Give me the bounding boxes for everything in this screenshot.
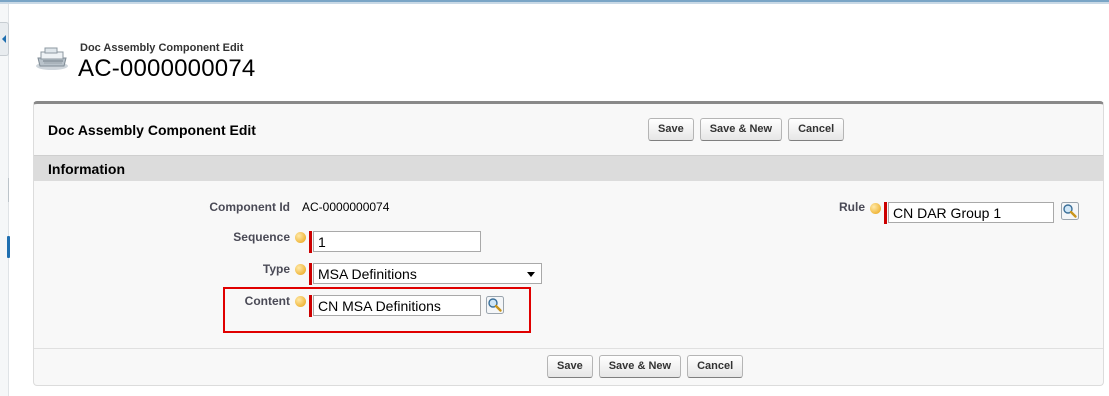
rule-lookup-input[interactable] xyxy=(888,202,1054,223)
sidebar-collapse-handle[interactable] xyxy=(0,22,9,56)
type-select[interactable]: MSA Definitions xyxy=(313,263,542,284)
help-icon[interactable] xyxy=(295,232,306,243)
type-label: Type xyxy=(262,262,290,276)
cancel-button[interactable]: Cancel xyxy=(687,355,744,378)
help-icon[interactable] xyxy=(295,264,306,275)
dropdown-arrow-icon xyxy=(527,272,535,277)
save-button[interactable]: Save xyxy=(648,118,694,141)
top-frame-border-inner xyxy=(0,2,1109,4)
required-indicator xyxy=(309,263,312,285)
page-title: AC-0000000074 xyxy=(78,55,256,82)
bottom-button-row: Save Save & New Cancel xyxy=(547,355,744,378)
section-header-information: Information xyxy=(34,155,1103,181)
footer-divider xyxy=(34,348,1103,349)
component-id-value: AC-0000000074 xyxy=(302,200,390,214)
content-highlight-box xyxy=(223,287,531,333)
collapse-sidebar-icon xyxy=(2,35,6,43)
save-button[interactable]: Save xyxy=(547,355,593,378)
top-button-row: Save Save & New Cancel xyxy=(648,118,845,141)
component-record-icon xyxy=(36,47,68,70)
save-new-button[interactable]: Save & New xyxy=(699,118,783,141)
page-header: Doc Assembly Component Edit AC-000000007… xyxy=(35,38,635,98)
section-title: Information xyxy=(48,161,125,177)
type-select-value: MSA Definitions xyxy=(318,266,417,282)
lookup-magnifier-icon[interactable] xyxy=(1061,202,1079,220)
help-icon[interactable] xyxy=(870,203,881,214)
page-subtitle: Doc Assembly Component Edit xyxy=(80,42,244,54)
required-indicator xyxy=(884,202,887,224)
rail-divider xyxy=(8,178,9,202)
sequence-input[interactable] xyxy=(313,231,481,252)
save-new-button[interactable]: Save & New xyxy=(598,355,682,378)
sequence-label: Sequence xyxy=(233,230,290,244)
cancel-button[interactable]: Cancel xyxy=(788,118,845,141)
block-title: Doc Assembly Component Edit xyxy=(48,122,256,138)
edit-block: Doc Assembly Component Edit Save Save & … xyxy=(33,101,1104,386)
rule-label: Rule xyxy=(838,200,865,214)
component-id-label: Component Id xyxy=(209,200,290,214)
required-indicator xyxy=(309,231,312,253)
rail-marker xyxy=(7,236,10,258)
